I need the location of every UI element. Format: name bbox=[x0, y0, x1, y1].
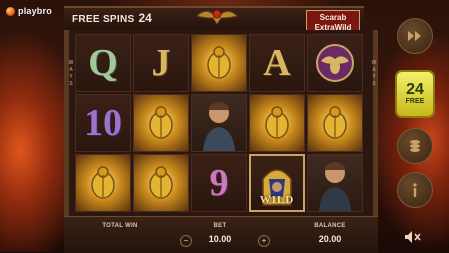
bet-value: 10.00 bbox=[208, 234, 232, 244]
turbo-button[interactable] bbox=[397, 18, 433, 54]
bet-label: BET bbox=[213, 223, 227, 229]
free-spins-label: FREE SPINS bbox=[72, 14, 135, 25]
reel-cell-scarab-wild bbox=[191, 34, 247, 92]
reel-cell-symbol-9: 9 bbox=[191, 154, 247, 212]
golden-scarab-icon bbox=[207, 46, 231, 79]
symbol-a: A bbox=[263, 42, 291, 84]
free-spins-counter: FREE SPINS 24 bbox=[72, 11, 152, 25]
free-spins-button[interactable]: 24 FREE bbox=[395, 70, 435, 118]
side-free-label: FREE bbox=[405, 98, 425, 105]
balance-value: 20.00 bbox=[318, 234, 342, 244]
golden-scarab-icon bbox=[265, 106, 289, 139]
winged-sun-emblem-icon bbox=[196, 9, 238, 25]
free-spins-count: 24 bbox=[138, 11, 152, 25]
bet-decrease-button[interactable]: − bbox=[180, 235, 192, 247]
ways-right-s: S bbox=[372, 81, 376, 87]
ways-left-a: A bbox=[69, 67, 73, 73]
golden-scarab-icon bbox=[91, 166, 115, 199]
ways-left-w: W bbox=[68, 60, 74, 66]
golden-scarab-icon bbox=[323, 106, 347, 139]
side-free-spins-count: 24 bbox=[406, 81, 424, 98]
reel-cell-scarab-emblem bbox=[307, 34, 363, 92]
reel-cell-scarab-wild bbox=[133, 154, 189, 212]
golden-scarab-icon bbox=[149, 106, 173, 139]
ways-left-y: Y bbox=[69, 74, 73, 80]
reel-cell-explorer-man bbox=[191, 94, 247, 152]
bet-settings-button[interactable] bbox=[397, 128, 433, 164]
symbol-q: Q bbox=[88, 42, 118, 84]
symbol-10: 10 bbox=[84, 102, 122, 144]
reel-cell-scarab-wild bbox=[75, 154, 131, 212]
reel-cell-symbol-a: A bbox=[249, 34, 305, 92]
explorer-man-icon bbox=[319, 162, 351, 211]
wild-box-line1: Scarab bbox=[319, 13, 347, 22]
symbol-j: J bbox=[151, 42, 171, 84]
reel-cell-scarab-wild bbox=[133, 94, 189, 152]
brand-logo: playbro bbox=[6, 5, 52, 17]
reel-cell-explorer-man bbox=[307, 154, 363, 212]
explorer-man-icon bbox=[203, 102, 235, 151]
coin-stack-icon bbox=[410, 140, 420, 152]
bet-increase-button[interactable]: + bbox=[258, 235, 270, 247]
reel-cell-scarab-wild bbox=[249, 94, 305, 152]
reel-cell-symbol-10: 10 bbox=[75, 94, 131, 152]
reel-grid: Q J A 10 9 WILD bbox=[75, 34, 363, 212]
ways-right-w: W bbox=[371, 60, 377, 66]
sound-off-icon[interactable] bbox=[404, 230, 422, 244]
wild-label: WILD bbox=[259, 194, 295, 206]
reel-cell-symbol-q: Q bbox=[75, 34, 131, 92]
brand-logo-icon bbox=[6, 6, 15, 16]
brand-logo-text: playbro bbox=[18, 6, 52, 16]
reel-cell-symbol-j: J bbox=[133, 34, 189, 92]
ways-left-s: S bbox=[69, 81, 73, 87]
symbol-9: 9 bbox=[209, 162, 229, 204]
fast-forward-icon bbox=[408, 31, 421, 41]
ways-right-y: Y bbox=[372, 74, 376, 80]
scarab-emblem-icon bbox=[316, 44, 354, 82]
balance-label: BALANCE bbox=[314, 223, 346, 229]
total-win-label: TOTAL WIN bbox=[102, 223, 138, 229]
golden-scarab-icon bbox=[149, 166, 173, 199]
ways-right-a: A bbox=[372, 67, 376, 73]
reel-cell-scarab-wild bbox=[307, 94, 363, 152]
info-button[interactable] bbox=[397, 172, 433, 208]
ways-label-right: W A Y S bbox=[369, 60, 379, 88]
info-icon bbox=[413, 183, 417, 197]
reel-cell-pharaoh-wild: WILD bbox=[249, 154, 305, 212]
